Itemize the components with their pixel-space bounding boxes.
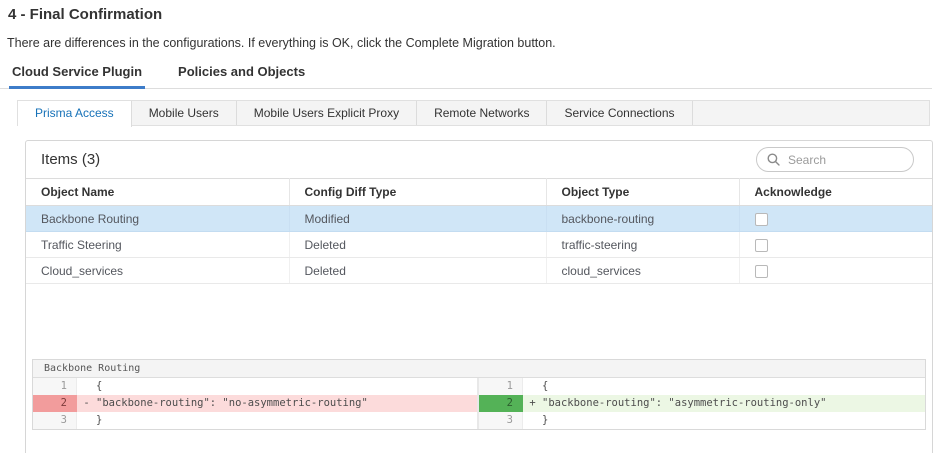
items-table-header-row: Object Name Config Diff Type Object Type… bbox=[26, 179, 932, 206]
cell-config-diff-type: Deleted bbox=[289, 232, 546, 258]
diff-line-added: 2+"backbone-routing": "asymmetric-routin… bbox=[479, 395, 925, 412]
items-table-body: Backbone RoutingModifiedbackbone-routing… bbox=[26, 206, 932, 284]
diff-code: { bbox=[542, 378, 548, 395]
secondary-tabs: Prisma AccessMobile UsersMobile Users Ex… bbox=[17, 100, 930, 126]
panel-spacer bbox=[26, 284, 932, 359]
diff-line-context: 1{ bbox=[479, 378, 925, 395]
acknowledge-checkbox[interactable] bbox=[755, 265, 768, 278]
line-number: 1 bbox=[479, 378, 523, 395]
diff-line-context: 3} bbox=[479, 412, 925, 429]
line-number: 2 bbox=[33, 395, 77, 412]
table-row-backbone-routing[interactable]: Backbone RoutingModifiedbackbone-routing bbox=[26, 206, 932, 232]
search-icon bbox=[767, 153, 780, 166]
diff-marker bbox=[523, 412, 542, 429]
line-number: 3 bbox=[33, 412, 77, 429]
page-title: 4 - Final Confirmation bbox=[8, 6, 950, 23]
items-table: Object Name Config Diff Type Object Type… bbox=[26, 178, 932, 284]
subtab-mobile-users-explicit-proxy[interactable]: Mobile Users Explicit Proxy bbox=[237, 101, 417, 125]
items-count-title: Items (3) bbox=[41, 151, 100, 168]
subtab-prisma-access[interactable]: Prisma Access bbox=[18, 101, 132, 127]
column-header-config-diff-type[interactable]: Config Diff Type bbox=[289, 179, 546, 206]
acknowledge-checkbox[interactable] bbox=[755, 239, 768, 252]
diff-pane-before: 1{2-"backbone-routing": "no-asymmetric-r… bbox=[33, 378, 479, 429]
diff-marker: + bbox=[523, 395, 542, 412]
cell-object-name: Cloud_services bbox=[26, 258, 289, 284]
search-box[interactable] bbox=[756, 147, 914, 172]
line-number: 1 bbox=[33, 378, 77, 395]
subtab-remote-networks[interactable]: Remote Networks bbox=[417, 101, 547, 125]
cell-object-type: backbone-routing bbox=[546, 206, 739, 232]
diff-code: "backbone-routing": "asymmetric-routing-… bbox=[542, 395, 826, 412]
table-row-traffic-steering[interactable]: Traffic SteeringDeletedtraffic-steering bbox=[26, 232, 932, 258]
subtab-service-connections[interactable]: Service Connections bbox=[547, 101, 692, 125]
column-header-object-type[interactable]: Object Type bbox=[546, 179, 739, 206]
cell-object-name: Backbone Routing bbox=[26, 206, 289, 232]
cell-object-name: Traffic Steering bbox=[26, 232, 289, 258]
diff-marker bbox=[77, 412, 96, 429]
cell-object-type: traffic-steering bbox=[546, 232, 739, 258]
tab-cloud-service-plugin[interactable]: Cloud Service Plugin bbox=[9, 59, 145, 89]
page-description: There are differences in the configurati… bbox=[7, 36, 950, 50]
cell-config-diff-type: Deleted bbox=[289, 258, 546, 284]
cell-acknowledge bbox=[739, 232, 932, 258]
table-row-cloud-services[interactable]: Cloud_servicesDeletedcloud_services bbox=[26, 258, 932, 284]
diff-line-removed: 2-"backbone-routing": "no-asymmetric-rou… bbox=[33, 395, 477, 412]
diff-viewer: Backbone Routing 1{2-"backbone-routing":… bbox=[32, 359, 926, 430]
column-header-acknowledge[interactable]: Acknowledge bbox=[739, 179, 932, 206]
cell-acknowledge bbox=[739, 258, 932, 284]
tab-policies-and-objects[interactable]: Policies and Objects bbox=[175, 59, 308, 89]
diff-line-context: 3} bbox=[33, 412, 477, 429]
items-panel-header: Items (3) bbox=[26, 141, 932, 178]
primary-tabs: Cloud Service Plugin Policies and Objects bbox=[0, 59, 932, 89]
acknowledge-checkbox[interactable] bbox=[755, 213, 768, 226]
search-input[interactable] bbox=[788, 153, 903, 167]
line-number: 2 bbox=[479, 395, 523, 412]
items-panel: Items (3) Object Name Config Diff Type O… bbox=[25, 140, 933, 453]
diff-marker bbox=[523, 378, 542, 395]
line-number: 3 bbox=[479, 412, 523, 429]
diff-pane-after: 1{2+"backbone-routing": "asymmetric-rout… bbox=[479, 378, 925, 429]
cell-acknowledge bbox=[739, 206, 932, 232]
cell-object-type: cloud_services bbox=[546, 258, 739, 284]
subtab-mobile-users[interactable]: Mobile Users bbox=[132, 101, 237, 125]
diff-line-context: 1{ bbox=[33, 378, 477, 395]
cell-config-diff-type: Modified bbox=[289, 206, 546, 232]
diff-code: { bbox=[96, 378, 102, 395]
diff-code: "backbone-routing": "no-asymmetric-routi… bbox=[96, 395, 368, 412]
final-confirmation-page: { "page": { "title": "4 - Final Confirma… bbox=[0, 6, 950, 444]
diff-marker: - bbox=[77, 395, 96, 412]
diff-code: } bbox=[96, 412, 102, 429]
diff-title: Backbone Routing bbox=[33, 360, 925, 378]
column-header-object-name[interactable]: Object Name bbox=[26, 179, 289, 206]
diff-code: } bbox=[542, 412, 548, 429]
diff-marker bbox=[77, 378, 96, 395]
diff-body: 1{2-"backbone-routing": "no-asymmetric-r… bbox=[33, 378, 925, 429]
